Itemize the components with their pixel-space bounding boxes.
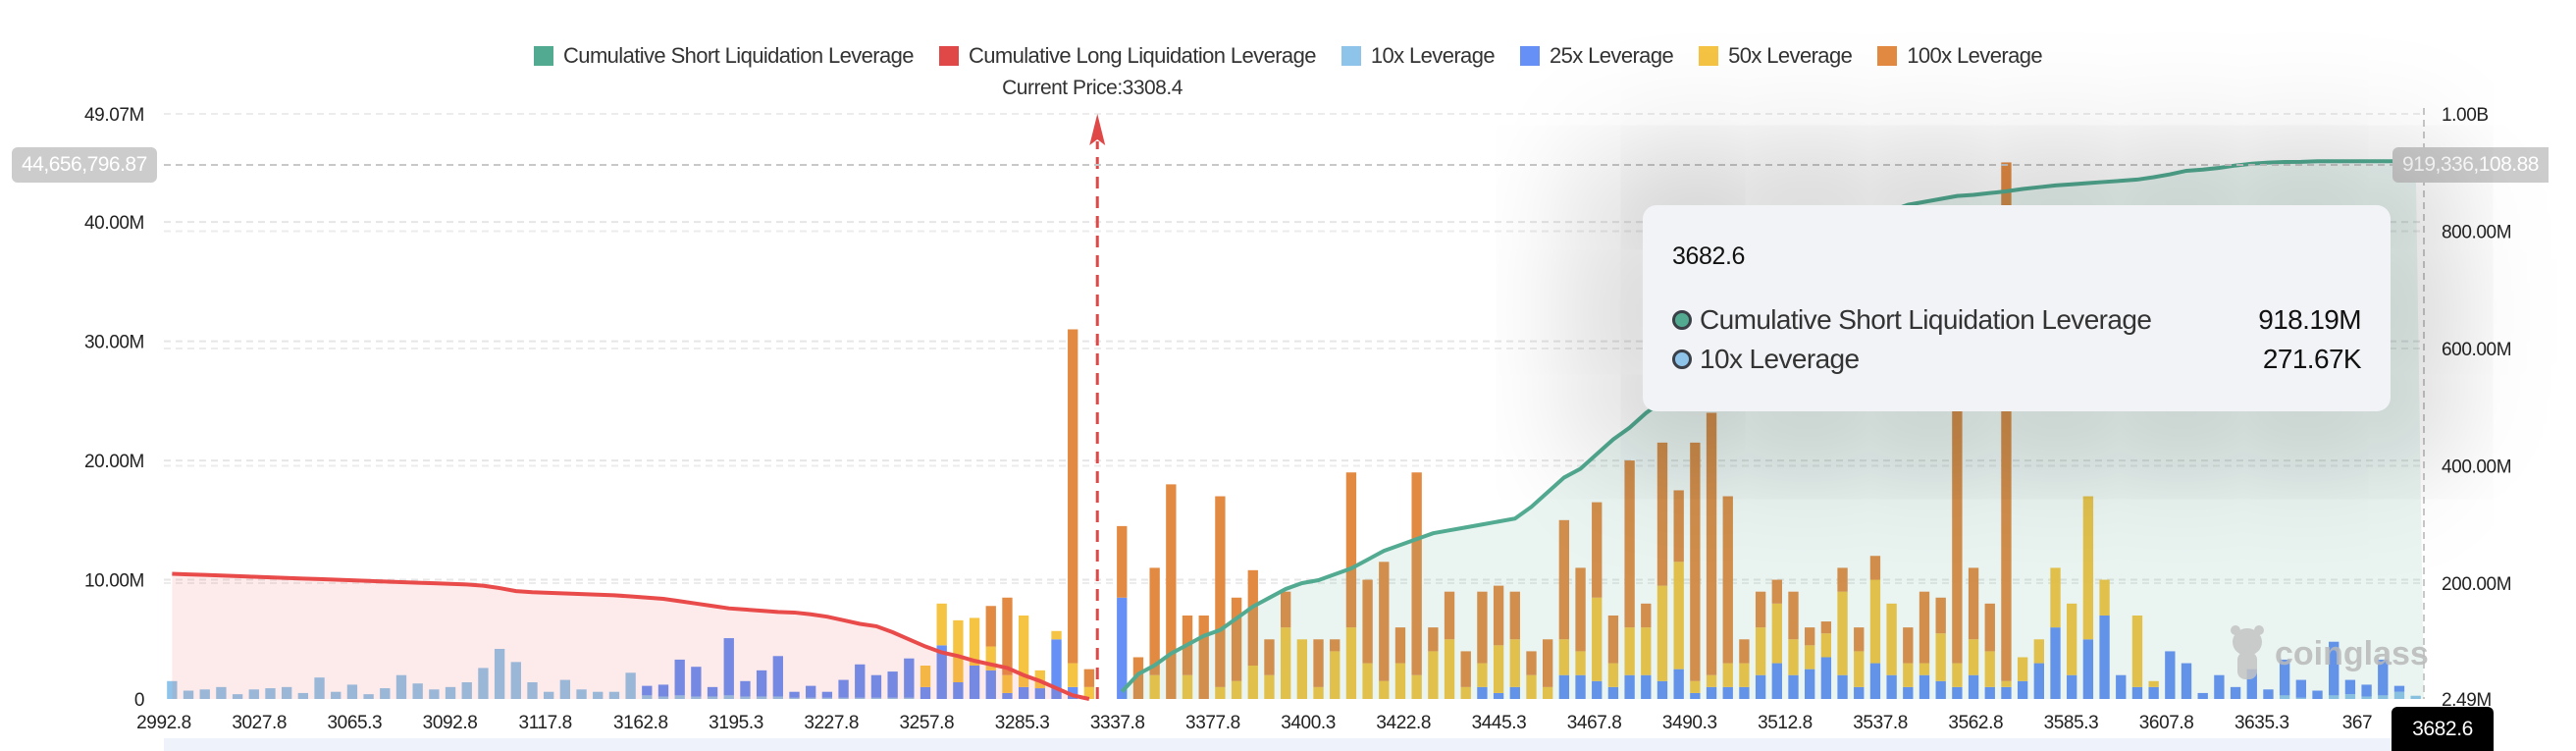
tooltip-row-cumulative-short: Cumulative Short Liquidation Leverage 91… [1672, 304, 2362, 336]
left-axis-tick: 0 [134, 690, 144, 711]
watermark-text: coinglass [2275, 634, 2429, 672]
x-axis-tick: 3027.8 [232, 713, 287, 733]
right-axis-tick: 200.00M [2442, 574, 2511, 595]
x-axis-tick: 3490.3 [1662, 713, 1717, 733]
arrow-up-icon [1089, 114, 1106, 145]
x-axis-tick: 3585.3 [2044, 713, 2099, 733]
bar-50x [1051, 630, 1062, 640]
right-axis-tick: 1.00B [2442, 105, 2489, 126]
bar-50x [1068, 663, 1078, 687]
x-axis-tick: 3377.8 [1185, 713, 1240, 733]
x-axis-tick: 3337.8 [1090, 713, 1145, 733]
tooltip-row-value: 271.67K [2262, 344, 2362, 374]
tooltip-row-label: 10x Leverage [1700, 344, 1860, 374]
bar-100x [1068, 329, 1078, 664]
tooltip-row-10x: 10x Leverage 271.67K [1672, 344, 2362, 375]
x-axis-tick: 3562.8 [1948, 713, 2003, 733]
x-axis-tick: 3467.8 [1567, 713, 1622, 733]
bar-25x [1117, 597, 1128, 699]
x-axis-tick: 3227.8 [804, 713, 859, 733]
right-axis-tick: 600.00M [2442, 340, 2511, 360]
left-axis-tick: 10.00M [84, 571, 144, 592]
x-axis-tick: 3635.3 [2234, 713, 2289, 733]
left-axis-tick: 30.00M [84, 333, 144, 353]
bar-50x [936, 603, 947, 646]
tooltip-row-label: Cumulative Short Liquidation Leverage [1700, 304, 2152, 335]
x-axis-tick: 3537.8 [1853, 713, 1908, 733]
right-axis-tick: 400.00M [2442, 456, 2511, 477]
x-axis-tick: 3117.8 [519, 713, 572, 733]
x-axis-tick: 3092.8 [423, 713, 478, 733]
left-axis-tick: 40.00M [84, 213, 144, 234]
bar-100x [1083, 669, 1095, 687]
right-axis-tick: 800.00M [2442, 222, 2511, 242]
series-dot-icon [1672, 310, 1692, 330]
bar-100x [1149, 567, 1160, 675]
x-axis-tick: 3195.3 [709, 713, 763, 733]
tooltip: 3682.6 Cumulative Short Liquidation Leve… [1643, 205, 2391, 411]
x-axis-tick: 3400.3 [1281, 713, 1336, 733]
tooltip-title: 3682.6 [1672, 242, 1746, 270]
x-axis-tick: 3607.8 [2139, 713, 2194, 733]
x-axis-crosshair-label: 3682.6 [2392, 707, 2494, 751]
tooltip-row-value: 918.19M [2258, 304, 2361, 335]
data-zoom-slider[interactable] [164, 738, 2424, 751]
right-axis-crosshair-value: 919,336,108.88 [2392, 147, 2549, 183]
left-axis-tick: 20.00M [84, 452, 144, 472]
left-axis-tick: 49.07M [84, 105, 144, 126]
x-axis-tick: 3445.3 [1472, 713, 1527, 733]
long-area [172, 573, 1089, 699]
bar-100x [985, 606, 996, 647]
x-axis-tick: 3422.8 [1376, 713, 1431, 733]
x-axis-tick: 3065.3 [327, 713, 382, 733]
series-dot-icon [1672, 349, 1692, 369]
bar-100x [1002, 597, 1013, 675]
x-axis-tick: 3257.8 [900, 713, 955, 733]
coinglass-watermark: coinglass [2228, 624, 2429, 683]
bar-100x [1117, 525, 1128, 598]
x-axis-tick: 367 [2342, 713, 2373, 733]
x-axis-tick: 3285.3 [995, 713, 1050, 733]
x-axis-tick: 2992.8 [136, 713, 191, 733]
x-axis-tick: 3162.8 [613, 713, 668, 733]
left-axis-crosshair-value: 44,656,796.87 [12, 147, 157, 183]
x-axis-tick: 3512.8 [1758, 713, 1813, 733]
coinglass-logo-icon [2231, 625, 2264, 679]
